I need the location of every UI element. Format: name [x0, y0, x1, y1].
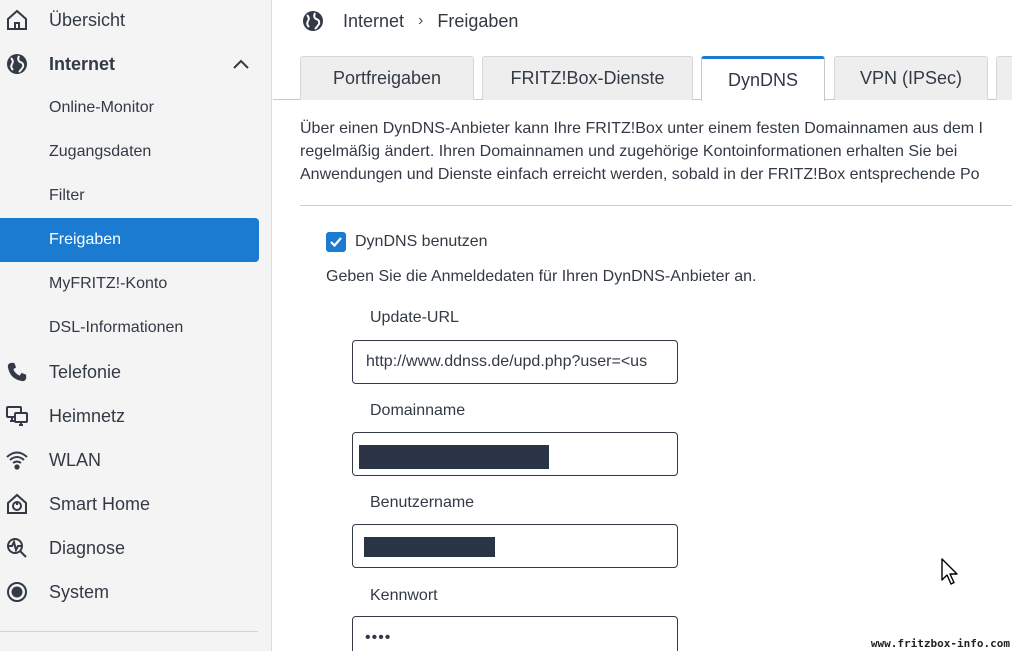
sidebar-item-heimnetz[interactable]: Heimnetz [0, 394, 259, 438]
tab-label: DynDNS [727, 69, 798, 90]
tab-fritzbox-dienste[interactable]: FRITZ!Box-Dienste [482, 56, 693, 100]
tab-bar: Portfreigaben FRITZ!Box-Dienste DynDNS V… [273, 56, 1012, 101]
tab-portfreigaben[interactable]: Portfreigaben [300, 56, 474, 100]
sidebar-item-wlan[interactable]: WLAN [0, 438, 259, 482]
description-line: Über einen DynDNS-Anbieter kann Ihre FRI… [300, 120, 983, 137]
tab-label: VPN (IPSec) [859, 68, 963, 88]
tab-label: FRITZ!Box-Dienste [510, 68, 665, 88]
tab-more[interactable] [996, 56, 1012, 100]
redaction-bar [359, 445, 549, 469]
redaction-bar [364, 537, 495, 557]
username-input[interactable] [352, 524, 678, 568]
sidebar-item-myfritz-konto[interactable]: MyFRITZ!-Konto [0, 262, 259, 306]
globe-icon [4, 51, 30, 77]
phone-icon [4, 359, 30, 385]
dyndns-checkbox[interactable] [326, 232, 346, 252]
sidebar-divider [0, 631, 258, 632]
sidebar-item-label: DSL-Informationen [49, 319, 184, 336]
main-content: Internet › Freigaben Portfreigaben FRITZ… [273, 0, 1012, 651]
sidebar-item-label: System [49, 581, 110, 602]
dyndns-checkbox-label: DynDNS benutzen [355, 233, 488, 250]
sidebar-item-diagnose[interactable]: Diagnose [0, 526, 259, 570]
sidebar-item-internet[interactable]: Internet [0, 42, 259, 86]
dyndns-checkbox-row[interactable]: DynDNS benutzen [326, 231, 488, 253]
sidebar-item-label: Heimnetz [49, 405, 126, 426]
watermark: www.fritzbox-info.com [870, 637, 1010, 650]
sidebar: Übersicht Internet Online-Monitor Zugang… [0, 0, 272, 651]
sidebar-item-filter[interactable]: Filter [0, 174, 259, 218]
update-url-label: Update-URL [370, 309, 459, 326]
domain-label: Domainname [370, 402, 466, 419]
sidebar-item-zugangsdaten[interactable]: Zugangsdaten [0, 130, 259, 174]
sidebar-item-freigaben[interactable]: Freigaben [0, 218, 259, 262]
breadcrumb: Internet › Freigaben [301, 8, 518, 34]
sidebar-item-label: Online-Monitor [49, 99, 154, 116]
app-window: Übersicht Internet Online-Monitor Zugang… [0, 0, 1012, 651]
sidebar-item-label: Freigaben [49, 231, 122, 248]
diagnose-icon [4, 535, 30, 561]
username-label: Benutzername [370, 494, 475, 511]
password-input[interactable]: •••• [352, 616, 678, 651]
sidebar-item-online-monitor[interactable]: Online-Monitor [0, 86, 259, 130]
sidebar-item-label: MyFRITZ!-Konto [49, 275, 168, 292]
domain-input[interactable] [352, 432, 678, 476]
divider [300, 205, 1012, 206]
sidebar-item-label: Telefonie [49, 361, 122, 382]
sidebar-item-label: Filter [49, 187, 85, 204]
sidebar-item-label: Diagnose [49, 537, 126, 558]
breadcrumb-page: Freigaben [437, 10, 519, 31]
update-url-input[interactable]: http://www.ddnss.de/upd.php?user=<us [352, 340, 678, 384]
update-url-value: http://www.ddnss.de/upd.php?user=<us [366, 353, 648, 370]
breadcrumb-separator: › [418, 12, 424, 29]
sidebar-item-telefonie[interactable]: Telefonie [0, 350, 259, 394]
breadcrumb-section[interactable]: Internet [343, 11, 404, 32]
tab-vpn-ipsec[interactable]: VPN (IPSec) [834, 56, 988, 100]
mouse-cursor-icon [941, 558, 958, 585]
description-line: Anwendungen und Dienste einfach erreicht… [300, 166, 980, 183]
sidebar-item-label: Smart Home [49, 493, 151, 514]
sidebar-item-label: WLAN [49, 449, 102, 470]
sidebar-item-system[interactable]: System [0, 570, 259, 614]
sidebar-item-dsl-informationen[interactable]: DSL-Informationen [0, 306, 259, 350]
sidebar-item-label: Übersicht [49, 9, 126, 30]
wifi-icon [4, 447, 30, 473]
description-line: regelmäßig ändert. Ihren Domainnamen und… [300, 143, 958, 160]
network-icon [4, 403, 30, 429]
tab-label: Portfreigaben [332, 68, 442, 88]
sidebar-item-label: Internet [49, 53, 116, 74]
checkmark-icon [330, 237, 342, 248]
description-text: Über einen DynDNS-Anbieter kann Ihre FRI… [300, 117, 1012, 186]
smart-home-icon [4, 491, 30, 517]
sidebar-item-uebersicht[interactable]: Übersicht [0, 0, 259, 42]
chevron-up-icon[interactable] [231, 54, 251, 74]
system-icon [4, 579, 30, 605]
tab-dyndns[interactable]: DynDNS [701, 56, 825, 101]
globe-icon [303, 11, 323, 31]
sidebar-item-label: Zugangsdaten [49, 143, 152, 160]
password-value: •••• [365, 629, 392, 646]
form-hint: Geben Sie die Anmeldedaten für Ihren Dyn… [326, 268, 757, 285]
sidebar-item-smart-home[interactable]: Smart Home [0, 482, 259, 526]
home-icon [4, 7, 30, 33]
password-label: Kennwort [370, 587, 438, 604]
